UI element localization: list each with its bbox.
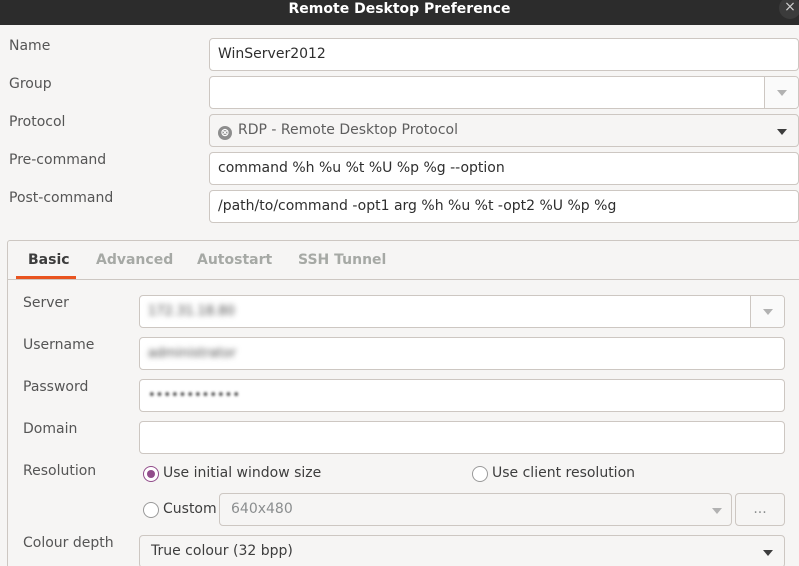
username-value: administrator [148,346,236,361]
resolution-label: Resolution [23,463,97,479]
server-label: Server [23,295,69,311]
username-label: Username [23,337,95,353]
server-combo[interactable]: 172.31.18.80 [139,295,785,328]
server-dropdown-button[interactable] [750,296,784,327]
title-bar: Remote Desktop Preference × [0,0,799,25]
protocol-label: Protocol [9,114,66,130]
username-field[interactable]: administrator [139,337,785,370]
postcommand-label: Post-command [9,190,114,206]
chevron-down-icon [777,129,787,135]
resolution-more-button[interactable]: ... [735,493,785,526]
postcommand-field[interactable]: /path/to/command -opt1 arg %h %u %t -opt… [209,190,799,223]
chevron-down-icon [777,90,787,96]
radio-custom-resolution[interactable] [143,502,159,518]
name-value: WinServer2012 [218,46,326,62]
password-field[interactable]: •••••••••••• [139,379,785,412]
custom-resolution-value: 640x480 [231,501,293,517]
precommand-value: command %h %u %t %U %p %g --option [218,160,505,176]
radio-use-client-resolution[interactable] [472,466,488,482]
colour-depth-value: True colour (32 bpp) [151,543,293,559]
tab-basic[interactable]: Basic [28,252,70,268]
name-label: Name [9,38,51,54]
tab-ssh-tunnel[interactable]: SSH Tunnel [298,252,386,268]
colour-depth-combo[interactable]: True colour (32 bpp) [139,535,785,566]
close-icon[interactable]: × [779,0,799,19]
active-tab-indicator [16,276,76,279]
password-label: Password [23,379,89,395]
group-dropdown-button[interactable] [764,77,798,108]
tab-autostart[interactable]: Autostart [197,252,272,268]
precommand-label: Pre-command [9,152,107,168]
custom-resolution-label[interactable]: Custom [163,501,217,517]
postcommand-value: /path/to/command -opt1 arg %h %u %t -opt… [218,198,617,214]
custom-resolution-combo[interactable]: 640x480 [219,493,732,526]
name-field[interactable]: WinServer2012 [209,38,799,71]
protocol-value: RDP - Remote Desktop Protocol [238,122,458,138]
use-client-resolution-label[interactable]: Use client resolution [492,465,635,481]
protocol-combo[interactable]: ⊗ RDP - Remote Desktop Protocol [209,114,799,147]
radio-use-initial-window-size[interactable] [143,466,159,482]
group-label: Group [9,76,52,92]
use-initial-window-size-label[interactable]: Use initial window size [163,465,321,481]
password-value: •••••••••••• [148,388,241,403]
chevron-down-icon [763,309,773,315]
chevron-down-icon [763,550,773,556]
server-value: 172.31.18.80 [148,304,235,319]
rdp-protocol-icon: ⊗ [218,126,232,140]
window-title: Remote Desktop Preference [288,1,511,17]
precommand-field[interactable]: command %h %u %t %U %p %g --option [209,152,799,185]
tab-bar-divider [7,279,799,280]
domain-label: Domain [23,421,78,437]
chevron-down-icon [712,508,722,514]
colour-depth-label: Colour depth [23,535,114,551]
domain-field[interactable] [139,421,785,454]
tab-advanced[interactable]: Advanced [96,252,173,268]
group-combo[interactable] [209,76,799,109]
